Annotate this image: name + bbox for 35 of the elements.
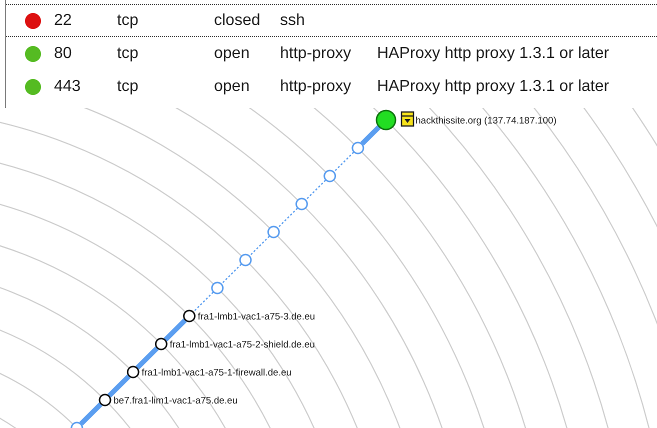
- port-row[interactable]: 22 tcp closed ssh: [6, 4, 657, 37]
- port-row[interactable]: 443 tcp open http-proxy HAProxy http proxy 1.3.1 or later: [6, 70, 657, 103]
- host-node[interactable]: [154, 338, 168, 350]
- host-label: fra1-lmb1-vac1-a75-2-shield.de.eu: [170, 340, 315, 350]
- host-node[interactable]: [376, 110, 396, 130]
- host-node[interactable]: [183, 310, 196, 322]
- protocol-text: tcp: [117, 10, 140, 30]
- state-text: open: [214, 44, 251, 64]
- protocol-text: tcp: [117, 76, 140, 96]
- protocol-text: tcp: [117, 44, 140, 64]
- state-text: closed: [214, 10, 262, 30]
- state-text: open: [214, 76, 251, 96]
- port-row[interactable]: 80 tcp open http-proxy HAProxy http proxy 1.3.1 or later: [6, 37, 657, 70]
- port-number: 22: [54, 10, 73, 30]
- host-node[interactable]: [239, 254, 252, 266]
- host-node[interactable]: [267, 226, 280, 238]
- service-text: http-proxy: [280, 44, 352, 64]
- version-text: HAProxy http proxy 1.3.1 or later: [377, 76, 610, 96]
- host-label: fra1-lmb1-vac1-a75-3.de.eu: [198, 312, 316, 322]
- service-text: http-proxy: [280, 76, 352, 96]
- host-node[interactable]: [126, 366, 140, 378]
- host-node[interactable]: [70, 422, 84, 428]
- host-node[interactable]: [98, 394, 112, 406]
- version-text: HAProxy http proxy 1.3.1 or later: [377, 44, 610, 64]
- lock-icon: [400, 111, 414, 127]
- port-number: 443: [54, 76, 82, 96]
- port-number: 80: [54, 44, 73, 64]
- service-text: ssh: [280, 10, 306, 30]
- host-node[interactable]: [352, 142, 364, 154]
- host-label: be7.fra1-lim1-vac1-a75.de.eu: [114, 396, 238, 406]
- host-node[interactable]: [211, 282, 224, 294]
- host-label: fra1-lmb1-vac1-a75-1-firewall.de.eu: [142, 368, 292, 378]
- host-node[interactable]: [295, 198, 308, 210]
- host-node[interactable]: [324, 170, 336, 182]
- host-label: hackthissite.org (137.74.187.100): [416, 116, 557, 126]
